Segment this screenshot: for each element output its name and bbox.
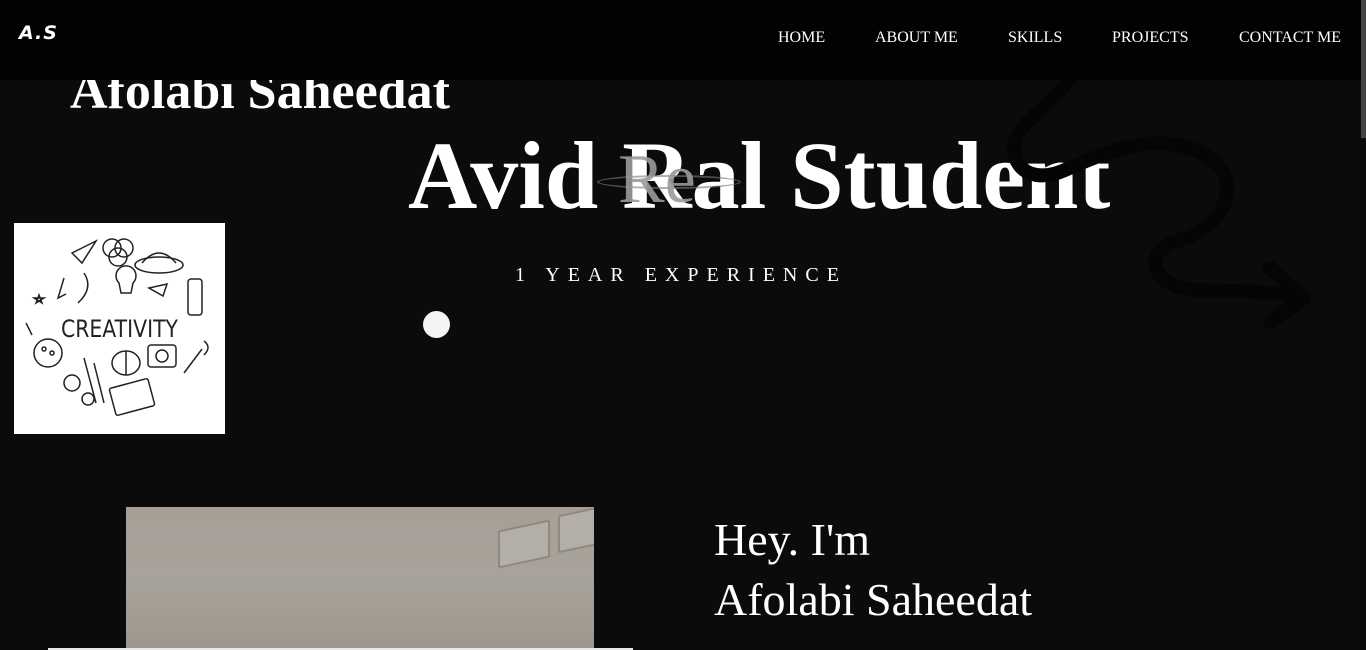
experience-label: 1 YEAR EXPERIENCE: [515, 264, 847, 286]
about-greeting-line1: Hey. I'm: [714, 514, 871, 565]
nav-link-contact-me[interactable]: CONTACT ME: [1239, 29, 1341, 47]
nav-link-home[interactable]: HOME: [778, 29, 825, 47]
nav-link-about-me[interactable]: ABOUT ME: [875, 29, 958, 47]
about-greeting-line2: Afolabi Saheedat: [714, 574, 1033, 625]
wall-switch-icon: [498, 519, 550, 569]
hero-ghost-text: Re: [618, 141, 696, 218]
about-photo: [126, 507, 594, 650]
navbar: A.S HOME ABOUT ME SKILLS PROJECTS CONTAC…: [0, 0, 1366, 80]
about-greeting: Hey. I'm Afolabi Saheedat: [714, 510, 1032, 630]
wall-switch-icon: [558, 507, 594, 554]
nav-links: HOME ABOUT ME SKILLS PROJECTS CONTACT ME: [0, 29, 1366, 49]
creativity-image: CREATIVITY: [14, 223, 225, 434]
page: A.S HOME ABOUT ME SKILLS PROJECTS CONTAC…: [0, 0, 1366, 650]
nav-link-projects[interactable]: PROJECTS: [1112, 29, 1188, 47]
scrollbar-thumb[interactable]: [1361, 0, 1366, 138]
nav-link-skills[interactable]: SKILLS: [1008, 29, 1062, 47]
cursor-dot: [423, 311, 450, 338]
creativity-label: CREATIVITY: [60, 315, 179, 343]
hero-title-start: Avid: [408, 122, 623, 229]
squiggle-arrow-icon: [1007, 40, 1311, 329]
